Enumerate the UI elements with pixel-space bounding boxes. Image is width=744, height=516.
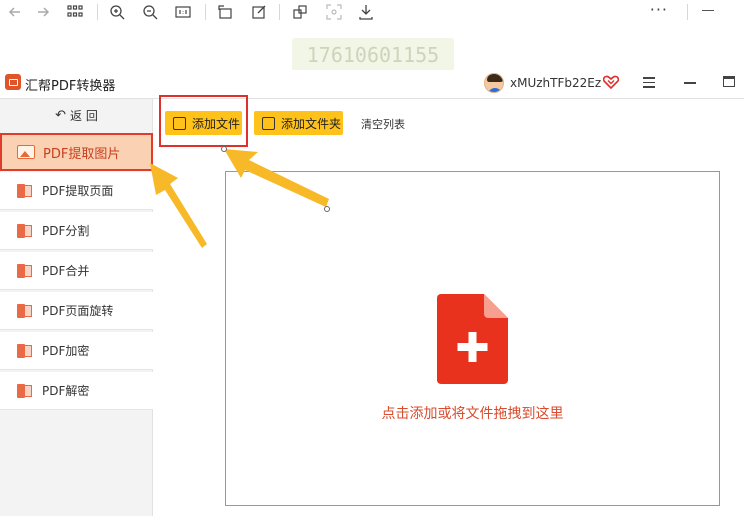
app-title: 汇帮PDF转换器	[25, 79, 116, 94]
sidebar-item-label: PDF分割	[42, 224, 90, 238]
add-folder-label: 添加文件夹	[281, 116, 342, 131]
more-icon[interactable]: ···	[650, 0, 668, 19]
sidebar-item-label: PDF提取页面	[42, 184, 114, 198]
zoom-out-icon[interactable]	[141, 3, 159, 21]
separator	[687, 4, 688, 20]
sidebar-item-pdf-merge[interactable]: PDF合并	[0, 252, 153, 290]
watermark: 17610601155	[292, 38, 454, 72]
actual-size-icon[interactable]	[174, 3, 192, 21]
forward-arrow-icon[interactable]	[34, 3, 52, 21]
scan-icon[interactable]	[325, 3, 343, 21]
separator	[97, 4, 98, 20]
file-icon	[17, 183, 34, 198]
folder-add-icon	[262, 116, 275, 130]
separator	[279, 4, 280, 20]
arrow-to-sidebar	[150, 163, 207, 248]
sidebar-item-label: PDF提取图片	[43, 146, 121, 162]
clear-list-button[interactable]: 清空列表	[361, 116, 405, 132]
add-file-button[interactable]: 添加文件	[165, 111, 242, 135]
minimize-icon[interactable]	[684, 82, 696, 84]
back-button[interactable]: ↶ 返 回	[0, 99, 153, 131]
zoom-in-icon[interactable]	[108, 3, 126, 21]
sidebar-item-label: PDF加密	[42, 344, 90, 358]
file-icon	[17, 343, 34, 358]
file-icon	[17, 383, 34, 398]
viewer-minimize-icon[interactable]	[702, 10, 714, 11]
file-icon	[17, 223, 34, 238]
sidebar-item-pdf-split[interactable]: PDF分割	[0, 212, 153, 250]
app-title-bar: 汇帮PDF转换器 xMUzhTFb22Ez	[0, 70, 744, 98]
sidebar-item-pdf-decrypt[interactable]: PDF解密	[0, 372, 153, 410]
back-arrow-icon[interactable]	[6, 3, 24, 21]
sidebar-item-pdf-encrypt[interactable]: PDF加密	[0, 332, 153, 370]
add-file-label: 添加文件	[192, 116, 241, 131]
edit-icon[interactable]	[250, 3, 268, 21]
add-pdf-icon[interactable]	[437, 294, 508, 384]
username[interactable]: xMUzhTFb22Ez	[510, 76, 601, 90]
sidebar-item-label: PDF解密	[42, 384, 90, 398]
vip-heart-icon[interactable]	[603, 75, 619, 89]
app-logo-icon	[5, 74, 21, 90]
file-icon	[17, 303, 34, 318]
image-icon	[17, 145, 35, 159]
grid-view-icon[interactable]	[66, 3, 84, 21]
add-folder-button[interactable]: 添加文件夹	[254, 111, 343, 135]
sidebar-item-label: PDF页面旋转	[42, 304, 114, 318]
sidebar: ↶ 返 回 PDF提取图片 PDF提取页面 PDF分割 PDF合并 PDF页面旋…	[0, 99, 153, 516]
sidebar-item-pdf-extract-images[interactable]: PDF提取图片	[0, 133, 153, 171]
file-icon	[17, 263, 34, 278]
document-icon	[173, 116, 186, 130]
drop-hint-text: 点击添加或将文件拖拽到这里	[381, 406, 564, 422]
separator	[205, 4, 206, 20]
avatar[interactable]	[484, 73, 504, 93]
sidebar-item-pdf-extract-pages[interactable]: PDF提取页面	[0, 172, 153, 210]
rotate-icon[interactable]	[216, 3, 234, 21]
maximize-icon[interactable]	[723, 76, 735, 87]
sidebar-item-pdf-rotate[interactable]: PDF页面旋转	[0, 292, 153, 330]
viewer-toolbar: ···	[0, 0, 744, 24]
sidebar-item-label: PDF合并	[42, 264, 90, 278]
crop-icon[interactable]	[291, 3, 309, 21]
menu-icon[interactable]	[643, 77, 655, 88]
download-icon[interactable]	[357, 3, 375, 21]
back-label: 返 回	[70, 108, 98, 123]
undo-arrow-icon: ↶	[55, 107, 67, 123]
